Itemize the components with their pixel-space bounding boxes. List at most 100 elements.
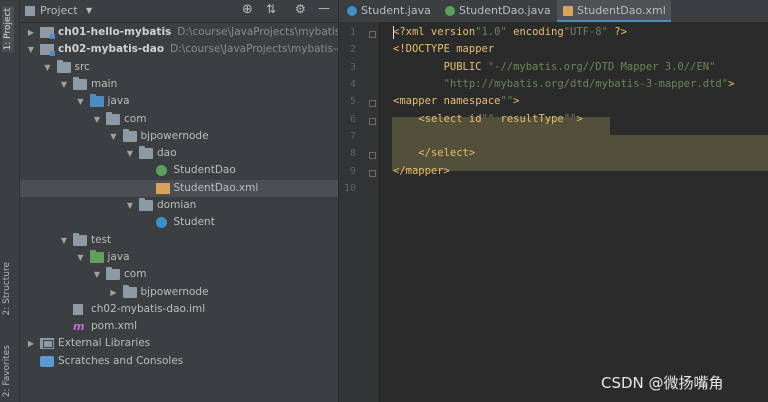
code-line: <!DOCTYPE mapper [393, 43, 495, 56]
code-line: "http://mybatis.org/dtd/mybatis-3-mapper… [443, 78, 735, 91]
tab-label: StudentDao.java [459, 4, 551, 17]
chevron-down-icon[interactable]: ▼ [76, 93, 86, 110]
tree-item[interactable]: ▼ com [20, 266, 338, 283]
iml-file-icon [73, 303, 83, 315]
tree-item-label: Student [173, 216, 215, 229]
code-editor[interactable]: <?xml version"1.0" encoding"UTF-8" ?> <!D… [378, 22, 768, 402]
line-number: 6 [349, 113, 356, 125]
tab-studentdao-xml[interactable]: StudentDao.xml [557, 0, 671, 22]
tree-item[interactable]: ▼ java [20, 93, 338, 110]
chevron-down-icon[interactable]: ▼ [59, 232, 69, 249]
tree-item[interactable]: StudentDao [20, 162, 338, 179]
chevron-right-icon[interactable]: ▶ [26, 24, 36, 41]
project-view-title[interactable]: Project [40, 4, 78, 17]
code-line: </select> [418, 147, 476, 160]
package-icon [122, 128, 137, 142]
tree-item[interactable]: ch02-mybatis-dao.iml [20, 301, 338, 318]
fold-marker-icon[interactable] [369, 31, 376, 38]
fold-marker-icon[interactable] [369, 117, 376, 125]
chevron-down-icon[interactable]: ▼ [43, 59, 53, 76]
code-line: PUBLIC "-//mybatis.org//DTD Mapper 3.0//… [393, 60, 716, 73]
tab-studentdao-java[interactable]: StudentDao.java [439, 0, 555, 22]
tree-item-label: ch02-mybatis-dao.iml [91, 302, 206, 315]
project-panel: Project ▼ ⊕ ⇅ ⚙ — ▶ ch01-hello-mybatis D:\… [20, 0, 338, 402]
tree-item-label: domian [157, 199, 197, 211]
tab-label: StudentDao.xml [577, 4, 666, 17]
chevron-right-icon[interactable]: ▶ [26, 335, 36, 352]
fold-marker-icon[interactable] [369, 152, 376, 160]
project-tool-button[interactable]: 1: Project [2, 6, 14, 53]
fold-marker-icon[interactable] [369, 100, 376, 108]
scratch-icon [40, 355, 54, 367]
fold-marker-icon[interactable] [369, 169, 376, 177]
module-path: D:\course\JavaProjects\mybatis-cours [170, 43, 338, 56]
chevron-down-icon[interactable]: ▼ [125, 145, 135, 162]
tree-item[interactable]: ▼ test [20, 232, 338, 249]
tree-item[interactable]: ▼ domian [20, 197, 338, 214]
package-icon [139, 198, 153, 211]
class-icon [347, 6, 357, 16]
test-folder-icon [89, 249, 104, 263]
line-number: 1 [349, 27, 356, 38]
tab-label: Student.java [361, 4, 431, 17]
tree-item[interactable]: ▶ External Libraries [20, 335, 338, 352]
xml-file-icon [155, 182, 170, 194]
tree-item-label: main [91, 77, 118, 90]
chevron-right-icon[interactable]: ▶ [109, 284, 119, 301]
code-line: <select id"" resultType""> [418, 112, 583, 125]
chevron-down-icon[interactable]: ▼ [86, 6, 92, 15]
tree-item-label: com [124, 112, 147, 125]
tree-item[interactable]: ▼ bjpowernode [20, 128, 338, 145]
structure-tool-button[interactable]: 2: Structure [2, 262, 12, 316]
folder-icon [73, 232, 87, 246]
tree-item-label: StudentDao.xml [173, 181, 259, 194]
interface-icon [155, 165, 167, 177]
minimize-icon[interactable]: — [318, 1, 330, 15]
chevron-down-icon[interactable]: ▼ [59, 76, 69, 93]
tree-item-label: test [91, 233, 112, 246]
xml-file-icon [563, 6, 573, 16]
tree-item-label: Scratches and Consoles [58, 354, 184, 367]
locate-icon[interactable]: ⊕ [242, 2, 253, 17]
tree-item[interactable]: ▶ ch01-hello-mybatis D:\course\JavaProject… [20, 24, 338, 41]
tree-item-label: bjpowernode [140, 285, 209, 298]
tree-item-label: ch02-mybatis-dao D:\course\JavaProjects\m… [58, 41, 338, 58]
tree-item[interactable]: ▼ ch02-mybatis-dao D:\course\JavaProjects\… [20, 41, 338, 58]
tree-item[interactable]: ▼ src [20, 59, 338, 76]
package-icon [106, 111, 120, 125]
tree-item-label: pom.xml [91, 320, 138, 333]
chevron-down-icon[interactable]: ▼ [92, 266, 102, 283]
chevron-down-icon[interactable]: ▼ [125, 197, 135, 214]
tree-item-label: External Libraries [58, 337, 151, 350]
package-icon [122, 284, 137, 298]
line-number: 9 [349, 165, 356, 177]
module-path: D:\course\JavaProjects\mybatis-cour [177, 26, 338, 38]
line-number: 3 [349, 61, 356, 73]
module-icon [40, 27, 55, 39]
line-number-gutter: 1 2 3 4 5 6 7 8 9 10 [339, 22, 378, 402]
tree-item[interactable]: ▼ com [20, 111, 338, 128]
tree-item[interactable]: ▼ dao [20, 145, 338, 162]
tree-item[interactable]: ▶ bjpowernode [20, 284, 338, 301]
tree-item[interactable]: ▼ java [20, 249, 338, 266]
tree-item[interactable]: StudentDao.xml [20, 179, 338, 197]
watermark: CSDN @微扬嘴角 [601, 374, 724, 392]
tree-item-label: dao [157, 147, 177, 160]
maven-icon: m [73, 320, 85, 334]
chevron-down-icon[interactable]: ▼ [26, 41, 36, 58]
tab-student-java[interactable]: Student.java [341, 0, 437, 22]
chevron-down-icon[interactable]: ▼ [109, 128, 119, 145]
collapse-icon[interactable]: ⇅ [266, 2, 276, 16]
tree-item-label: java [107, 250, 130, 263]
tree-item[interactable]: Student [20, 214, 338, 231]
gear-icon[interactable]: ⚙ [295, 2, 306, 16]
line-number: 2 [349, 44, 356, 56]
favorites-tool-button[interactable]: 2: Favorites [2, 345, 12, 397]
tree-item-label: bjpowernode [140, 129, 209, 142]
tree-item-label: StudentDao [173, 164, 236, 177]
tree-item[interactable]: m pom.xml [20, 318, 338, 335]
tree-item[interactable]: ▼ main [20, 76, 338, 93]
chevron-down-icon[interactable]: ▼ [76, 249, 86, 266]
tree-item[interactable]: Scratches and Consoles [20, 353, 338, 370]
chevron-down-icon[interactable]: ▼ [92, 111, 102, 128]
